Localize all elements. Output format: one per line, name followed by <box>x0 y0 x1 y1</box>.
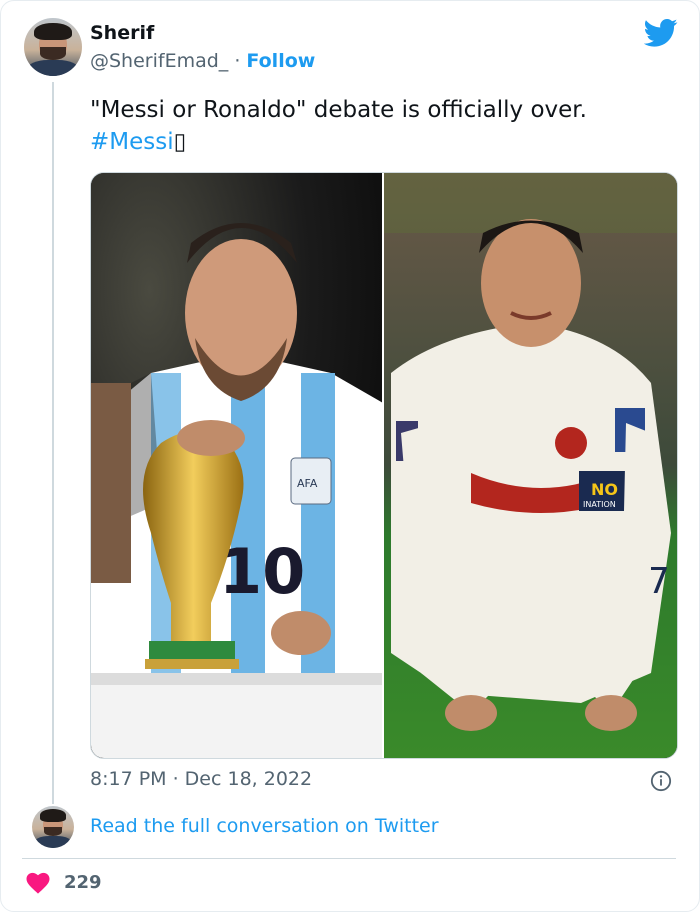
emoji-placeholder: ▯ <box>173 129 187 155</box>
avatar[interactable] <box>24 18 82 76</box>
tweet-image[interactable]: 10 AFA NO INATION 7 <box>90 172 678 759</box>
afa-badge: AFA <box>297 477 318 490</box>
heart-icon[interactable] <box>26 872 50 894</box>
like-count[interactable]: 229 <box>64 872 102 893</box>
tweet-body: "Messi or Ronaldo" debate is officially … <box>90 97 587 123</box>
twitter-bird-icon[interactable] <box>644 18 678 48</box>
info-icon[interactable] <box>650 770 672 792</box>
thread-line <box>52 82 54 804</box>
divider <box>22 858 676 859</box>
hashtag-link[interactable]: #Messi <box>90 129 174 155</box>
tweet-timestamp[interactable]: 8:17 PM · Dec 18, 2022 <box>90 768 312 790</box>
tweet-text: "Messi or Ronaldo" debate is officially … <box>90 94 680 158</box>
armband-text: NO <box>591 480 618 499</box>
armband-subtext: INATION <box>583 500 616 509</box>
follow-button[interactable]: Follow <box>246 50 315 72</box>
author-handle[interactable]: @SherifEmad_ <box>90 50 228 72</box>
photo-collage: 10 AFA NO INATION 7 <box>91 173 677 758</box>
handle-separator: · <box>228 50 247 72</box>
author-name[interactable]: Sherif <box>90 22 154 44</box>
read-conversation-link[interactable]: Read the full conversation on Twitter <box>90 815 439 837</box>
avatar-small[interactable] <box>32 806 74 848</box>
jersey-number: 10 <box>219 535 305 608</box>
author-handle-row: @SherifEmad_ · Follow <box>90 50 315 72</box>
